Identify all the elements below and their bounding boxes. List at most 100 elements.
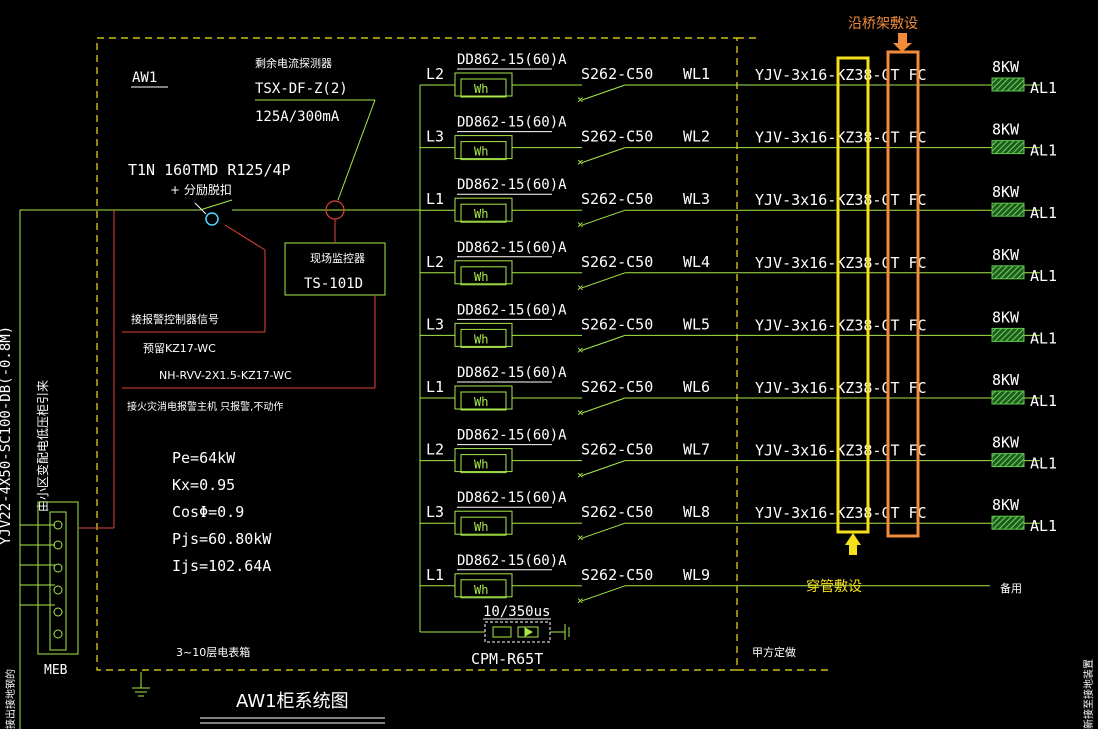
breaker-x-icon: × [577,156,584,169]
breaker-contact [581,84,626,101]
breaker-x-icon: × [577,469,584,482]
load-calc-pjs: Pjs=60.80kW [172,530,272,548]
cable-spec: YJV-3x16-KZ38-CT FC [755,379,927,397]
breaker-contact [581,522,626,539]
load-hatch-icon [991,390,1025,405]
floors-note: 3~10层电表箱 [176,645,250,659]
phase-label: L1 [426,378,444,396]
cable-spec: YJV-3x16-KZ38-CT FC [755,316,927,334]
cable-spec: YJV-3x16-KZ38-CT FC [755,191,927,209]
conduit-note: 穿管敷设 [806,579,862,595]
meter-wh-icon: Wh [474,270,488,284]
rcm-model: TSX-DF-Z(2) [255,81,348,97]
ground-icon [132,672,150,697]
phase-label: L3 [426,503,444,521]
breaker-model: S262-C50 [581,65,653,83]
meter-model: DD862-15(60)A [457,240,567,256]
phase-label: L3 [426,315,444,333]
breaker-x-icon: × [577,343,584,356]
load-hatch-icon [991,453,1025,468]
load-calc: Pe=64kW Kx=0.95 CosΦ=0.9 Pjs=60.80kW Ijs… [172,449,272,575]
incoming-source-label: 由小区变配电低压柜引来 [35,380,50,512]
load-destination: AL1 [1030,79,1057,97]
circuit-id: WL7 [683,441,710,459]
meter-model: DD862-15(60)A [457,490,567,506]
cable-spec: YJV-3x16-KZ38-CT FC [755,442,927,460]
load-rating: 8KW [992,308,1020,326]
phase-label: L2 [426,65,444,83]
circuit-id: WL5 [683,315,710,333]
rcm-rating: 125A/300mA [255,109,340,125]
tray-highlight-frame [886,50,920,538]
breaker-model: S262-C50 [581,503,653,521]
meter-model: DD862-15(60)A [457,177,567,193]
breaker-model: S262-C50 [581,441,653,459]
load-destination: AL1 [1030,329,1057,347]
breaker-model: S262-C50 [581,566,653,584]
load-calc-cos: CosΦ=0.9 [172,503,244,521]
load-hatch-icon [991,77,1025,92]
meter-wh-icon: Wh [474,458,488,472]
circuit-id: WL3 [683,190,710,208]
fire-signal-label: 接报警控制器信号 [131,312,219,326]
owner-note: 甲方定做 [752,645,796,659]
meter-model: DD862-15(60)A [457,52,567,68]
load-hatch-icon [991,202,1025,217]
meter-model: DD862-15(60)A [457,365,567,381]
breaker-contact [581,272,626,289]
meter-model: DD862-15(60)A [457,553,567,569]
load-rating: 8KW [992,496,1020,514]
load-calc-kx: Kx=0.95 [172,476,235,494]
drawing-title: AW1柜系统图 [236,691,349,712]
breaker-contact [581,334,626,351]
meter-wh-icon: Wh [474,207,488,221]
circuit-id: WL2 [683,128,710,146]
circuit-id: WL1 [683,65,710,83]
cable-spec: YJV-3x16-KZ38-CT FC [755,254,927,272]
fire-reserve-label: 预留KZ17-WC [143,342,216,355]
breaker-x-icon: × [577,93,584,106]
phase-label: L3 [426,128,444,146]
breaker-model: S262-C50 [581,253,653,271]
load-calc-pe: Pe=64kW [172,449,236,467]
load-rating: 8KW [992,183,1020,201]
breaker-contact [581,147,626,164]
conduit-arrow-icon [845,533,861,555]
load-destination: AL1 [1030,204,1057,222]
phase-label: L1 [426,566,444,584]
load-rating: 8KW [992,246,1020,264]
breaker-x-icon: × [577,594,584,607]
circuit-id: WL4 [683,253,710,271]
circuit-rows: L2 DD862-15(60)A Wh S262-C50 × WL1 YJV-3x16-KZ… [420,52,1057,607]
load-hatch-icon [991,327,1025,342]
panel-name: AW1 [132,70,157,86]
breaker-model: S262-C50 [581,378,653,396]
spd-device [420,621,570,643]
tray-arrow-icon [893,33,912,52]
main-breaker [194,199,420,226]
load-hatch-icon [991,265,1025,280]
spd-rating: 10/350us [483,604,550,620]
load-destination: AL1 [1030,392,1057,410]
load-rating: 8KW [992,371,1020,389]
load-hatch-icon [991,140,1025,155]
load-destination: AL1 [1030,455,1057,473]
fire-note-label: 接火灾消电报警主机 只报警,不动作 [127,400,283,413]
tray-note: 沿桥架敷设 [848,16,918,32]
phase-label: L2 [426,253,444,271]
meter-model: DD862-15(60)A [457,115,567,131]
main-breaker-accessory: + 分励脱扣 [170,182,232,197]
rcm-title: 剩余电流探测器 [255,56,332,70]
load-calc-ijs: Ijs=102.64A [172,557,271,575]
breaker-contact [581,397,626,414]
incoming-cable-label: YJV22-4X50-SC100-DB(-0.8M) [0,326,14,545]
breaker-x-icon: × [577,531,584,544]
breaker-contact [581,460,626,477]
cable-spec: YJV-3x16-KZ38-CT FC [755,504,927,522]
schematic-canvas: AW1 YJV22-4X50-SC100-DB(-0.8M) 由小区变配电低压柜… [0,16,1095,729]
load-rating: 8KW [992,434,1020,452]
spare-label: 备用 [1000,581,1022,595]
fire-cable-label: NH-RVV-2X1.5-KZ17-WC [159,369,292,382]
load-rating: 8KW [992,121,1020,139]
right-edge-note: 新接至接地装置 [1082,659,1095,729]
